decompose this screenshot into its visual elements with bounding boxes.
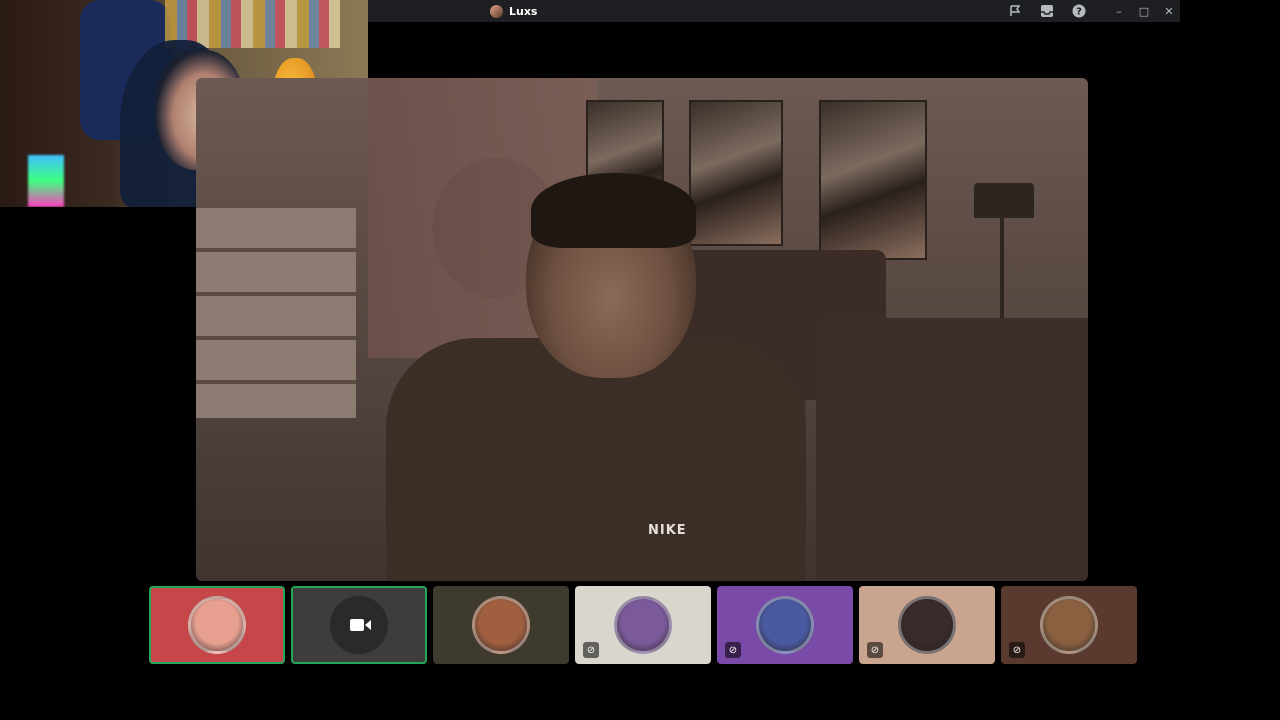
muted-mic-icon: ⊘: [867, 642, 883, 658]
help-icon[interactable]: ?: [1070, 2, 1088, 20]
muted-mic-icon: ⊘: [1009, 642, 1025, 658]
flag-icon[interactable]: [1006, 2, 1024, 20]
svg-text:?: ?: [1076, 7, 1082, 18]
muted-mic-icon: ⊘: [583, 642, 599, 658]
minimize-button[interactable]: –: [1106, 0, 1132, 22]
shirt-logo: NIKE: [648, 523, 687, 538]
main-video-stream[interactable]: NIKE: [196, 78, 1088, 581]
participant-avatar: [472, 596, 530, 654]
participant-avatar: [756, 596, 814, 654]
participant-avatar: [898, 596, 956, 654]
participant-strip: ⊘ ⊘ ⊘ ⊘: [149, 586, 1137, 664]
window-title-text: Luxs: [509, 4, 538, 18]
close-button[interactable]: ✕: [1156, 0, 1182, 22]
streamer: NIKE: [326, 173, 806, 581]
participant-tile[interactable]: [291, 586, 427, 664]
participant-tile[interactable]: ⊘: [859, 586, 995, 664]
participant-tile[interactable]: [149, 586, 285, 664]
window-title: Luxs: [490, 3, 537, 19]
user-avatar-icon: [490, 4, 503, 18]
floor-lamp: [974, 183, 1034, 218]
participant-tile[interactable]: ⊘: [1001, 586, 1137, 664]
pip-rgb-light: [28, 155, 64, 207]
streamer-hair: [531, 173, 696, 248]
participant-tile[interactable]: ⊘: [575, 586, 711, 664]
muted-mic-icon: ⊘: [725, 642, 741, 658]
inbox-icon[interactable]: [1038, 2, 1056, 20]
maximize-button[interactable]: □: [1131, 0, 1157, 22]
participant-avatar: [614, 596, 672, 654]
participant-avatar: [1040, 596, 1098, 654]
wall-painting: [819, 100, 927, 260]
participant-avatar: [188, 596, 246, 654]
sofa: [816, 318, 1088, 581]
participant-tile[interactable]: [433, 586, 569, 664]
camera-icon: [349, 616, 371, 634]
participant-tile[interactable]: ⊘: [717, 586, 853, 664]
